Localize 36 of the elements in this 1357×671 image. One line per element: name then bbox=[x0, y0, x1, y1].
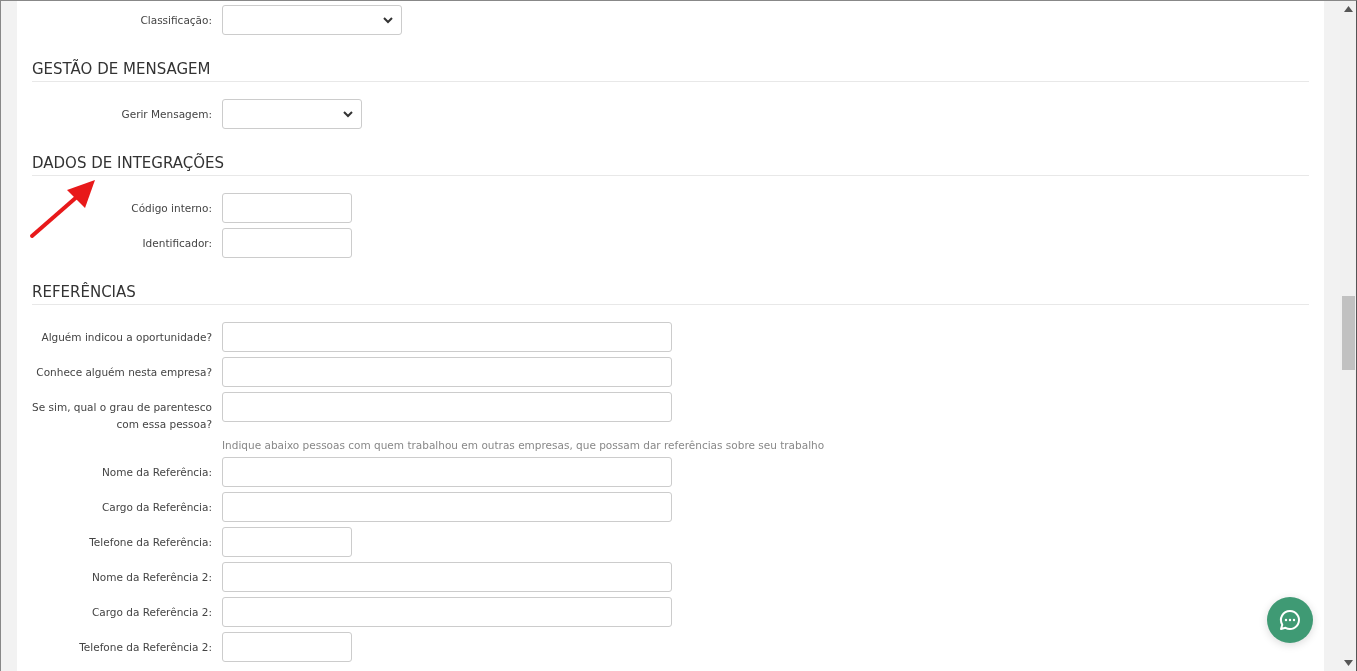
field-label: Telefone da Referência: bbox=[88, 535, 213, 550]
field-label: Identificador: bbox=[141, 236, 213, 251]
chevron-down-icon bbox=[383, 16, 393, 24]
field-label: Código interno: bbox=[130, 201, 213, 216]
text-input[interactable] bbox=[222, 527, 352, 557]
scrollbar-thumb[interactable] bbox=[1342, 296, 1355, 370]
field-label: Conhece alguém nesta empresa? bbox=[35, 365, 213, 380]
field-label: Telefone da Referência 2: bbox=[78, 640, 213, 655]
field-label: Gerir Mensagem: bbox=[120, 107, 213, 122]
section-heading: REFERÊNCIAS bbox=[32, 263, 1309, 305]
text-input[interactable] bbox=[222, 632, 352, 662]
field-label: Cargo da Referência 2: bbox=[90, 605, 213, 620]
text-input[interactable] bbox=[222, 193, 352, 223]
chat-bubble-icon bbox=[1278, 608, 1302, 632]
hint-text: Indique abaixo pessoas com quem trabalhou em outras empresas, que possam dar referências sobre seu trabalho bbox=[222, 438, 826, 452]
select-field[interactable] bbox=[222, 99, 362, 129]
text-input[interactable] bbox=[222, 597, 672, 627]
text-input[interactable] bbox=[222, 492, 672, 522]
text-input[interactable] bbox=[222, 322, 672, 352]
field-label: Se sim, qual o grau de parentesco com essa pessoa? bbox=[32, 400, 213, 432]
text-input[interactable] bbox=[222, 562, 672, 592]
field-label: Cargo da Referência: bbox=[100, 500, 213, 515]
text-input[interactable] bbox=[222, 228, 352, 258]
text-input[interactable] bbox=[222, 392, 672, 422]
scroll-down-icon[interactable] bbox=[1343, 660, 1353, 666]
scroll-up-icon[interactable] bbox=[1343, 6, 1353, 12]
section-heading: DADOS DE INTEGRAÇÕES bbox=[32, 134, 1309, 176]
field-label: Classificação: bbox=[139, 13, 213, 28]
select-field[interactable] bbox=[222, 5, 402, 35]
field-label: Nome da Referência 2: bbox=[90, 570, 213, 585]
section-heading: GESTÃO DE MENSAGEM bbox=[32, 40, 1309, 82]
field-label: Alguém indicou a oportunidade? bbox=[40, 330, 213, 345]
chevron-down-icon bbox=[343, 110, 353, 118]
text-input[interactable] bbox=[222, 357, 672, 387]
text-input[interactable] bbox=[222, 457, 672, 487]
field-label: Nome da Referência: bbox=[100, 465, 213, 480]
